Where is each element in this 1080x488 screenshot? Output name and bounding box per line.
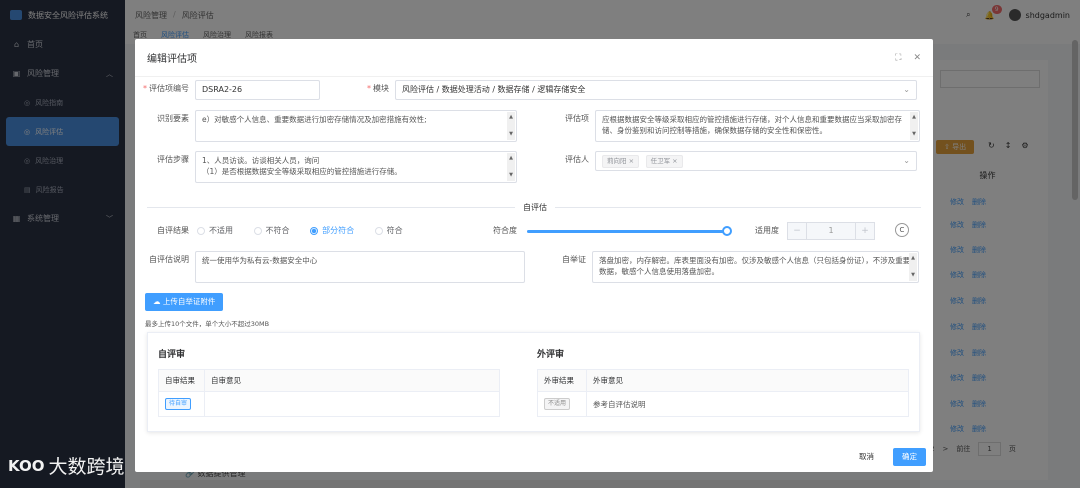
- dialog-title: 编辑评估项: [147, 54, 197, 65]
- confirm-button[interactable]: 确定: [893, 448, 926, 466]
- resize-handle[interactable]: ▲ ▼: [909, 253, 917, 281]
- self-desc-label: 自评估说明: [149, 255, 189, 264]
- self-result-radio-group: 不适用 不符合 部分符合 符合: [195, 222, 421, 240]
- compliance-slider[interactable]: [527, 226, 732, 236]
- radio-noncompliant[interactable]: 不符合: [253, 222, 290, 240]
- fullscreen-icon[interactable]: ⛶: [895, 53, 901, 63]
- self-result-label: 自评结果: [157, 226, 189, 235]
- external-review-status-badge: 不适用: [544, 398, 571, 410]
- assessor-select[interactable]: 莉向阳 × 任卫军 × ⌄: [595, 151, 917, 171]
- upload-hint: 最多上传10个文件，单个大小不超过30MB: [145, 320, 270, 328]
- radio-partially-compliant[interactable]: 部分符合: [310, 222, 354, 240]
- external-review-opinion: 参考自评估说明: [586, 392, 908, 416]
- self-proof-label: 自举证: [562, 255, 586, 264]
- assessor-tag: 莉向阳 ×: [602, 155, 640, 168]
- external-review-table: 外审结果 外审意见 不适用 参考自评估说明: [537, 369, 909, 417]
- cancel-button[interactable]: 取消: [851, 448, 882, 466]
- assessor-tag: 任卫军 ×: [645, 155, 683, 168]
- steps-label: 评估步骤: [157, 155, 189, 164]
- applicability-stepper[interactable]: − 1 +: [787, 222, 875, 240]
- self-desc-textarea[interactable]: 统一使用华为私有云-数据安全中心: [195, 251, 525, 283]
- section-title-self: 自评估: [515, 202, 555, 213]
- self-review-title: 自评审: [158, 350, 186, 360]
- refresh-icon[interactable]: C: [895, 223, 909, 237]
- module-label: * 模块: [367, 84, 389, 93]
- module-select[interactable]: 风险评估 / 数据处理活动 / 数据存储 / 逻辑存储安全 ⌄: [395, 80, 917, 100]
- item-textarea[interactable]: 应根据数据安全等级采取相应的管控措施进行存储，对个人信息和重要数据应当采取加密存…: [595, 110, 920, 142]
- chevron-down-icon: ⌄: [903, 85, 910, 94]
- resize-handle[interactable]: ▲ ▼: [910, 112, 918, 140]
- radio-dot: [374, 227, 383, 235]
- code-label: * 评估项编号: [143, 84, 189, 93]
- cloud-upload-icon: ☁: [153, 297, 163, 306]
- self-proof-textarea[interactable]: 落盘加密，内存解密。库表里面没有加密。仅涉及敏感个人信息（只包括身份证），不涉及…: [592, 251, 919, 283]
- self-review-status-badge[interactable]: 待自审: [165, 398, 192, 410]
- table-header: 外审结果 外审意见: [538, 370, 908, 392]
- external-review-title: 外评审: [537, 350, 565, 360]
- increment-button[interactable]: +: [856, 223, 874, 239]
- radio-dot: [253, 227, 262, 235]
- review-card: 自评审 自审结果 自审意见 待自审 外评审 外审结果 外审意见 不适用 参考自评…: [147, 332, 920, 432]
- radio-dot: [310, 227, 319, 235]
- table-header: 自审结果 自审意见: [159, 370, 499, 392]
- table-row: 待自审: [159, 392, 499, 416]
- decrement-button[interactable]: −: [788, 223, 806, 239]
- item-label: 评估项: [565, 114, 589, 123]
- upload-proof-button[interactable]: ☁ 上传自举证附件: [145, 293, 224, 311]
- radio-compliant[interactable]: 符合: [374, 222, 403, 240]
- identify-label: 识别要素: [157, 114, 189, 123]
- radio-not-applicable[interactable]: 不适用: [197, 222, 233, 240]
- watermark-text: 大数跨境: [48, 456, 125, 478]
- applicability-value[interactable]: 1: [806, 223, 856, 239]
- radio-dot: [197, 227, 205, 235]
- self-review-opinion: [204, 392, 499, 416]
- resize-handle[interactable]: ▲ ▼: [507, 153, 515, 181]
- edit-assessment-dialog: 编辑评估项 ⛶ ✕ * 评估项编号 DSRA2-26 * 模块 风险评估 / 数据处…: [135, 39, 933, 472]
- tag-close-icon[interactable]: ×: [672, 157, 677, 165]
- watermark: KOO 大数跨境: [8, 452, 124, 479]
- code-input[interactable]: DSRA2-26: [195, 80, 320, 100]
- table-row: 不适用 参考自评估说明: [538, 392, 908, 416]
- slider-fill: [527, 230, 727, 233]
- identify-textarea[interactable]: e）对敏感个人信息、重要数据进行加密存储情况及加密措施有效性; ▲ ▼: [195, 110, 517, 142]
- self-review-table: 自审结果 自审意见 待自审: [158, 369, 500, 417]
- close-icon[interactable]: ✕: [913, 53, 921, 63]
- assessor-label: 评估人: [565, 155, 589, 164]
- steps-textarea[interactable]: 1、人员访谈。访谈相关人员，询问 （1）是否根据数据安全等级采取相应的管控措施进…: [195, 151, 517, 183]
- tag-close-icon[interactable]: ×: [629, 157, 634, 165]
- resize-handle[interactable]: ▲ ▼: [507, 112, 515, 140]
- watermark-logo: KOO: [8, 456, 45, 475]
- chevron-down-icon: ⌄: [903, 156, 910, 165]
- applicability-label: 适用度: [755, 226, 779, 235]
- compliance-label: 符合度: [493, 226, 517, 235]
